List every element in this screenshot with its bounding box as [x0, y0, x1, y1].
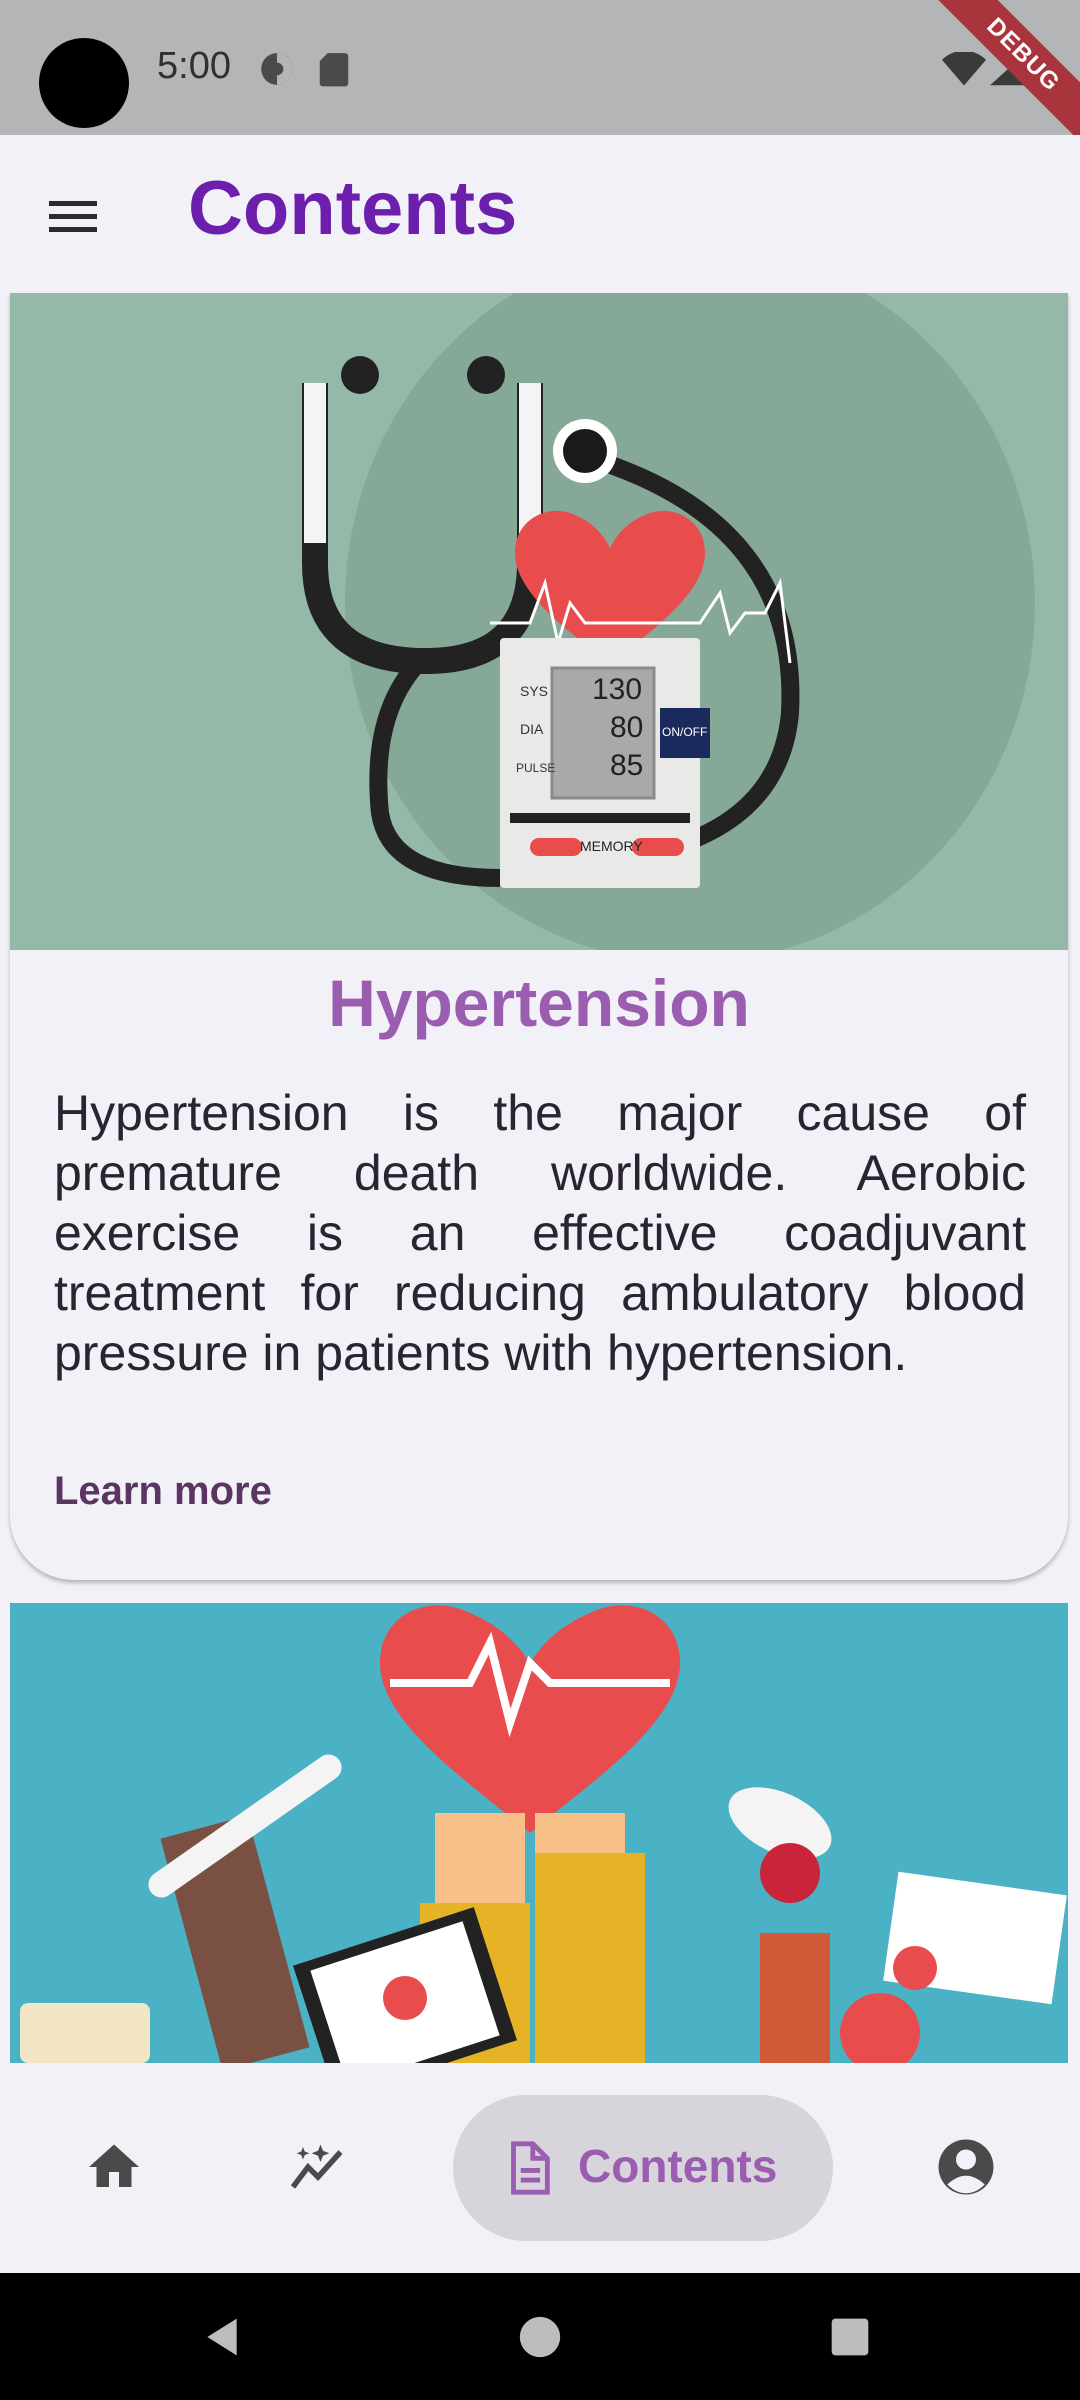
recents-icon[interactable]	[828, 2315, 872, 2359]
on-off-label: ON/OFF	[662, 725, 708, 739]
pulse-reading: 85	[610, 749, 644, 782]
nav-item-contents-label: Contents	[578, 2140, 778, 2192]
document-icon	[511, 2141, 550, 2195]
dia-label: DIA	[520, 721, 544, 737]
sd-card-icon	[319, 53, 349, 87]
sys-label: SYS	[520, 683, 549, 699]
pulse-label: PULSE	[516, 761, 556, 775]
back-icon[interactable]	[200, 2315, 244, 2359]
page-title: Contents	[188, 166, 518, 251]
status-time: 5:00	[157, 45, 231, 87]
status-bar: 5:00 DEBUG	[0, 0, 1080, 152]
card-title: Hypertension	[328, 966, 750, 1040]
app-bar: Contents	[0, 135, 1080, 293]
card-description: Hypertension is the major cause of prema…	[54, 1085, 1026, 1381]
dia-reading: 80	[610, 711, 644, 744]
wifi-icon	[942, 52, 986, 86]
content-card-2[interactable]	[10, 1603, 1068, 2063]
system-navigation-bar	[0, 2273, 1080, 2400]
memory-label: MEMORY	[580, 838, 643, 854]
learn-more-link[interactable]: Learn more	[54, 1469, 272, 1514]
camera-cutout	[39, 38, 129, 128]
account-circle-icon[interactable]	[936, 2137, 996, 2197]
sys-reading: 130	[592, 673, 643, 706]
bottom-navigation: Contents	[0, 2063, 1080, 2273]
menu-icon[interactable]	[34, 181, 114, 251]
monitor-readings: SYS DIA PULSE 130 80 85 ON/OFF MEMORY	[10, 293, 1068, 950]
home-icon[interactable]	[84, 2137, 144, 2197]
data-saver-icon	[261, 53, 293, 85]
insights-icon[interactable]	[288, 2137, 348, 2197]
home-circle-icon[interactable]	[518, 2315, 562, 2359]
healthcare-hands-illustration	[10, 1603, 1068, 2063]
content-card-hypertension[interactable]: SYS DIA PULSE 130 80 85 ON/OFF MEMORY Hy…	[10, 293, 1068, 1580]
